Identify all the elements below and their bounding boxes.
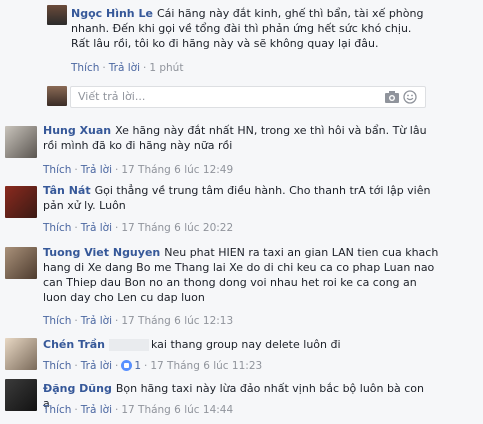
comment-body: Chén Trần kai thang group nay delete luôn… [43, 337, 433, 352]
reply-placeholder: Viết trả lời... [78, 90, 146, 103]
reply-link[interactable]: Trả lời [81, 315, 112, 327]
comment-time[interactable]: 17 Tháng 6 lúc 12:13 [121, 315, 233, 327]
comment-time[interactable]: 17 Tháng 6 lúc 12:49 [121, 164, 233, 176]
separator-dot: · [74, 404, 78, 416]
separator-dot: · [74, 222, 78, 234]
like-link[interactable]: Thích [71, 62, 99, 74]
avatar[interactable] [5, 247, 37, 279]
comment-actions: Thích · Trả lời · 17 Tháng 6 lúc 12:13 [43, 314, 233, 328]
separator-dot: · [114, 222, 119, 234]
separator-dot: · [144, 360, 148, 372]
comment-body: Ngọc Hình Le Cái hãng này đắt kinh, ghế t… [71, 6, 431, 51]
reply-link[interactable]: Trả lời [81, 404, 112, 416]
reply-link[interactable]: Trả lời [81, 164, 112, 176]
comment-actions: Thích · Trả lời · 17 Tháng 6 lúc 14:44 [43, 403, 233, 417]
comment-time[interactable]: 17 Tháng 6 lúc 20:22 [121, 222, 233, 234]
like-icon[interactable] [121, 360, 133, 371]
avatar[interactable] [5, 186, 37, 218]
like-link[interactable]: Thích [43, 315, 71, 327]
comment-author[interactable]: Đặng Dũng [43, 382, 112, 395]
redacted-name [109, 339, 149, 351]
comment-author[interactable]: Ngọc Hình Le [71, 7, 153, 20]
comment-text: kai thang group nay delete luôn đi [151, 338, 341, 351]
like-link[interactable]: Thích [43, 164, 71, 176]
comment-time[interactable]: 17 Tháng 6 lúc 14:44 [121, 404, 233, 416]
reply-link[interactable]: Trả lời [109, 62, 140, 74]
separator-dot: · [102, 62, 106, 74]
comment-time[interactable]: 17 Tháng 6 lúc 11:23 [150, 360, 262, 372]
separator-dot: · [114, 404, 119, 416]
like-link[interactable]: Thích [43, 404, 71, 416]
separator-dot: · [114, 164, 119, 176]
reply-link[interactable]: Trả lời [81, 222, 112, 234]
separator-dot: · [142, 62, 147, 74]
separator-dot: · [74, 164, 78, 176]
reply-input[interactable]: Viết trả lời... [70, 86, 426, 108]
like-link[interactable]: Thích [43, 360, 71, 372]
comment-author[interactable]: Chén Trần [43, 338, 105, 351]
reply-link[interactable]: Trả lời [81, 360, 112, 372]
avatar[interactable] [5, 379, 37, 411]
avatar[interactable] [5, 126, 37, 158]
separator-dot: · [114, 315, 119, 327]
comment-actions: Thích · Trả lời · 17 Tháng 6 lúc 20:22 [43, 221, 233, 235]
avatar[interactable] [5, 338, 37, 370]
comment-author[interactable]: Tân Nát [43, 184, 91, 197]
comment-time[interactable]: 1 phút [149, 62, 183, 74]
comment-actions: Thích · Trả lời · 17 Tháng 6 lúc 12:49 [43, 163, 233, 177]
avatar[interactable] [47, 5, 67, 25]
comment-body: Hung Xuan Xe hãng này đắt nhất HN, trong … [43, 123, 433, 153]
comment-actions: Thích · Trả lời · 1 · 17 Tháng 6 lúc 11:23 [43, 359, 262, 373]
camera-icon[interactable] [384, 90, 400, 104]
emoji-icon[interactable] [403, 90, 419, 104]
comment-actions: Thích · Trả lời · 1 phút [71, 61, 183, 75]
separator-dot: · [74, 315, 78, 327]
separator-dot: · [74, 360, 78, 372]
like-link[interactable]: Thích [43, 222, 71, 234]
separator-dot: · [114, 360, 119, 372]
comment-body: Tân Nát Gọi thẳng về trung tâm điều hành.… [43, 183, 433, 213]
current-user-avatar [47, 86, 67, 106]
comment-author[interactable]: Hung Xuan [43, 124, 111, 137]
like-count[interactable]: 1 [134, 360, 141, 372]
comment-body: Tuong Viet Nguyen Neu phat HIEN ra taxi a… [43, 245, 440, 305]
comment-text: Gọi thẳng về trung tâm điều hành. Cho th… [43, 184, 431, 212]
comment-author[interactable]: Tuong Viet Nguyen [43, 246, 160, 259]
